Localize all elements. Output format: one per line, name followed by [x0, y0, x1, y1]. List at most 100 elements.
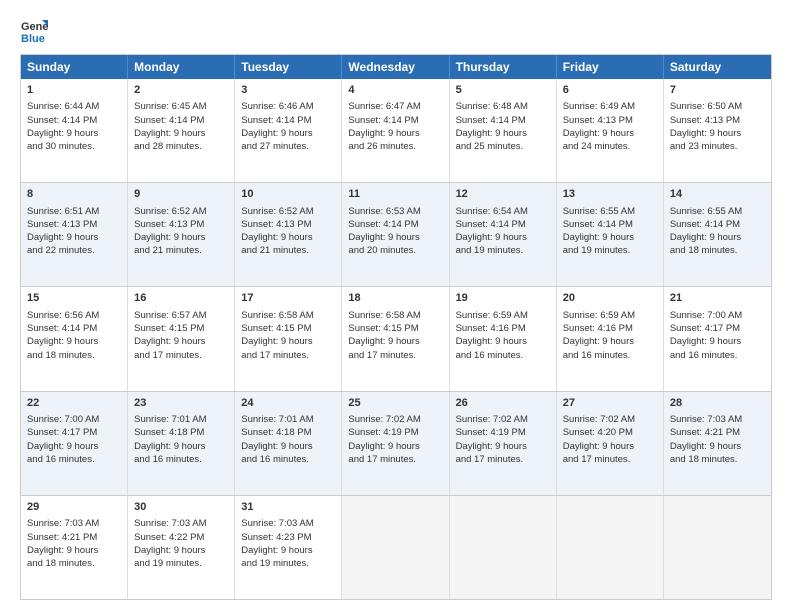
day-info-line: Daylight: 9 hours	[456, 127, 550, 140]
day-info-line: Daylight: 9 hours	[348, 440, 442, 453]
day-info-line: Sunset: 4:13 PM	[241, 218, 335, 231]
day-info-line: Sunrise: 6:52 AM	[134, 205, 228, 218]
day-info-line: Sunset: 4:18 PM	[134, 426, 228, 439]
cal-cell	[450, 496, 557, 599]
header: General Blue	[20, 16, 772, 44]
weekday-header-sunday: Sunday	[21, 55, 128, 79]
day-info-line: and 16 minutes.	[563, 349, 657, 362]
weekday-header-thursday: Thursday	[450, 55, 557, 79]
day-info-line: Sunset: 4:15 PM	[241, 322, 335, 335]
day-number: 5	[456, 83, 550, 98]
day-number: 24	[241, 396, 335, 411]
day-number: 6	[563, 83, 657, 98]
day-info-line: Sunrise: 6:47 AM	[348, 100, 442, 113]
day-info-line: Daylight: 9 hours	[27, 231, 121, 244]
page: General Blue SundayMondayTuesdayWednesda…	[0, 0, 792, 612]
day-info-line: Daylight: 9 hours	[563, 335, 657, 348]
day-info-line: Daylight: 9 hours	[241, 231, 335, 244]
day-number: 21	[670, 291, 765, 306]
cal-cell: 16Sunrise: 6:57 AMSunset: 4:15 PMDayligh…	[128, 287, 235, 390]
day-info-line: and 26 minutes.	[348, 140, 442, 153]
day-info-line: Sunrise: 7:01 AM	[241, 413, 335, 426]
day-info-line: and 21 minutes.	[134, 244, 228, 257]
day-number: 31	[241, 500, 335, 515]
weekday-header-monday: Monday	[128, 55, 235, 79]
day-number: 4	[348, 83, 442, 98]
day-info-line: Sunrise: 6:54 AM	[456, 205, 550, 218]
day-info-line: and 19 minutes.	[563, 244, 657, 257]
day-info-line: Sunset: 4:17 PM	[27, 426, 121, 439]
day-info-line: Daylight: 9 hours	[27, 440, 121, 453]
day-info-line: and 16 minutes.	[134, 453, 228, 466]
day-info-line: Sunset: 4:14 PM	[563, 218, 657, 231]
day-number: 10	[241, 187, 335, 202]
day-info-line: Sunrise: 6:52 AM	[241, 205, 335, 218]
day-info-line: and 17 minutes.	[456, 453, 550, 466]
day-info-line: Daylight: 9 hours	[134, 127, 228, 140]
day-info-line: Sunset: 4:22 PM	[134, 531, 228, 544]
day-info-line: and 27 minutes.	[241, 140, 335, 153]
day-info-line: Sunrise: 7:03 AM	[134, 517, 228, 530]
day-number: 9	[134, 187, 228, 202]
day-number: 16	[134, 291, 228, 306]
day-info-line: Sunrise: 6:58 AM	[348, 309, 442, 322]
day-info-line: Sunset: 4:14 PM	[27, 322, 121, 335]
day-info-line: Sunrise: 7:02 AM	[563, 413, 657, 426]
day-info-line: Sunset: 4:14 PM	[241, 114, 335, 127]
day-info-line: Sunset: 4:15 PM	[348, 322, 442, 335]
day-info-line: Sunset: 4:13 PM	[563, 114, 657, 127]
day-info-line: Daylight: 9 hours	[241, 440, 335, 453]
day-info-line: and 25 minutes.	[456, 140, 550, 153]
day-info-line: Sunset: 4:14 PM	[134, 114, 228, 127]
cal-cell: 30Sunrise: 7:03 AMSunset: 4:22 PMDayligh…	[128, 496, 235, 599]
cal-cell: 29Sunrise: 7:03 AMSunset: 4:21 PMDayligh…	[21, 496, 128, 599]
calendar-week-1: 1Sunrise: 6:44 AMSunset: 4:14 PMDaylight…	[21, 79, 771, 182]
day-info-line: Sunset: 4:14 PM	[456, 114, 550, 127]
cal-cell: 27Sunrise: 7:02 AMSunset: 4:20 PMDayligh…	[557, 392, 664, 495]
day-info-line: Sunrise: 7:01 AM	[134, 413, 228, 426]
day-info-line: Daylight: 9 hours	[563, 231, 657, 244]
day-info-line: Daylight: 9 hours	[563, 440, 657, 453]
cal-cell: 24 Sunrise: 7:01 AMSunset: 4:18 PMDayligh…	[235, 392, 342, 495]
logo-icon: General Blue	[20, 16, 48, 44]
cal-cell: 25Sunrise: 7:02 AMSunset: 4:19 PMDayligh…	[342, 392, 449, 495]
day-number: 20	[563, 291, 657, 306]
day-info-line: and 23 minutes.	[670, 140, 765, 153]
day-info-line: Sunrise: 6:56 AM	[27, 309, 121, 322]
day-number: 26	[456, 396, 550, 411]
day-number: 17	[241, 291, 335, 306]
day-info-line: Sunrise: 6:55 AM	[563, 205, 657, 218]
cal-cell: 10 Sunrise: 6:52 AMSunset: 4:13 PMDayligh…	[235, 183, 342, 286]
day-info-line: Sunrise: 6:55 AM	[670, 205, 765, 218]
day-info-line: and 21 minutes.	[241, 244, 335, 257]
cal-cell: 4Sunrise: 6:47 AMSunset: 4:14 PMDaylight…	[342, 79, 449, 182]
day-info-line: and 28 minutes.	[134, 140, 228, 153]
day-info-line: Sunrise: 7:02 AM	[348, 413, 442, 426]
day-info-line: Sunset: 4:14 PM	[348, 218, 442, 231]
day-number: 11	[348, 187, 442, 202]
cal-cell: 1Sunrise: 6:44 AMSunset: 4:14 PMDaylight…	[21, 79, 128, 182]
day-info-line: Sunset: 4:19 PM	[348, 426, 442, 439]
day-info-line: and 20 minutes.	[348, 244, 442, 257]
cal-cell: 14Sunrise: 6:55 AMSunset: 4:14 PMDayligh…	[664, 183, 771, 286]
day-info-line: and 17 minutes.	[348, 453, 442, 466]
day-info-line: Daylight: 9 hours	[670, 440, 765, 453]
day-info-line: Sunrise: 6:44 AM	[27, 100, 121, 113]
cal-cell: 8Sunrise: 6:51 AMSunset: 4:13 PMDaylight…	[21, 183, 128, 286]
day-info-line: Sunrise: 6:49 AM	[563, 100, 657, 113]
day-info-line: and 22 minutes.	[27, 244, 121, 257]
day-info-line: Sunrise: 7:02 AM	[456, 413, 550, 426]
cal-cell: 17Sunrise: 6:58 AMSunset: 4:15 PMDayligh…	[235, 287, 342, 390]
day-info-line: Sunset: 4:19 PM	[456, 426, 550, 439]
day-info-line: Daylight: 9 hours	[348, 127, 442, 140]
day-info-line: Sunset: 4:16 PM	[563, 322, 657, 335]
day-info-line: Daylight: 9 hours	[134, 231, 228, 244]
cal-cell: 31Sunrise: 7:03 AMSunset: 4:23 PMDayligh…	[235, 496, 342, 599]
cal-cell: 18Sunrise: 6:58 AMSunset: 4:15 PMDayligh…	[342, 287, 449, 390]
day-info-line: Daylight: 9 hours	[134, 335, 228, 348]
day-info-line: Daylight: 9 hours	[670, 335, 765, 348]
day-info-line: Sunrise: 7:03 AM	[670, 413, 765, 426]
day-number: 29	[27, 500, 121, 515]
day-info-line: Sunrise: 7:00 AM	[27, 413, 121, 426]
day-info-line: Sunset: 4:18 PM	[241, 426, 335, 439]
